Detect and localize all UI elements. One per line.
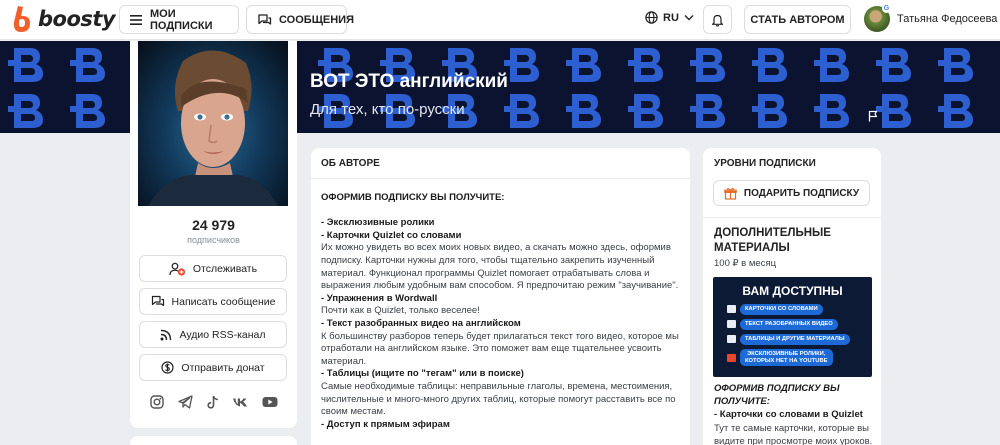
about-item-tables: - Таблицы (ищите по "тегам" или в поиске… xyxy=(321,368,524,380)
tier-item-text: Тут те самые карточки, которые вы видите… xyxy=(714,423,873,445)
about-text: ОФОРМИВ ПОДПИСКУ ВЫ ПОЛУЧИТЕ: - Эксклюзи… xyxy=(321,192,681,431)
send-donation-label: Отправить донат xyxy=(181,361,265,374)
gift-subscription-button[interactable]: ПОДАРИТЬ ПОДПИСКУ xyxy=(713,180,870,206)
telegram-icon[interactable] xyxy=(178,395,193,409)
secondary-card xyxy=(130,436,297,445)
about-item-exclusive: - Эксклюзивные ролики xyxy=(321,217,435,229)
report-flag-icon[interactable] xyxy=(868,110,878,122)
tier-price: 100 ₽ в месяц xyxy=(714,258,777,269)
tier-item-title: - Карточки со словами в Quizlet xyxy=(714,409,863,420)
gift-subscription-label: ПОДАРИТЬ ПОДПИСКУ xyxy=(743,187,860,199)
gift-icon xyxy=(724,187,737,200)
globe-icon xyxy=(645,11,658,24)
divider xyxy=(311,178,690,179)
author-avatar[interactable] xyxy=(138,41,288,206)
about-heading: ОБ АВТОРЕ xyxy=(321,158,380,169)
top-bar: boosty МОИ ПОДПИСКИ СООБЩЕНИЯ RU СТАТЬ А… xyxy=(0,0,1000,40)
subscribers-count: 24 979 xyxy=(192,217,235,233)
messages-button[interactable]: СООБЩЕНИЯ xyxy=(246,5,354,34)
tier-promo-image: ВАМ ДОСТУПНЫ КАРТОЧКИ СО СЛОВАМИ ТЕКСТ Р… xyxy=(713,277,872,377)
about-item-texts: - Текст разобранных видео на английском xyxy=(321,317,521,329)
audio-rss-label: Аудио RSS-канал xyxy=(179,328,266,341)
promo-item: ЭКСКЛЮЗИВНЫЕ РОЛИКИ, КОТОРЫХ НЕТ НА YOUT… xyxy=(727,349,833,366)
about-intro: ОФОРМИВ ПОДПИСКУ ВЫ ПОЛУЧИТЕ: xyxy=(321,192,505,203)
levels-heading: УРОВНИ ПОДПИСКИ xyxy=(714,158,816,169)
about-item-streams: - Доступ к прямым эфирам xyxy=(321,418,450,430)
my-subscriptions-label: МОИ ПОДПИСКИ xyxy=(150,7,213,32)
bell-icon xyxy=(711,14,724,27)
audio-rss-button[interactable]: Аудио RSS-канал xyxy=(139,321,287,348)
divider xyxy=(703,217,881,218)
menu-icon xyxy=(130,14,142,25)
brand-name: boosty xyxy=(38,7,116,31)
promo-item-exclusive-line1: ЭКСКЛЮЗИВНЫЕ РОЛИКИ, xyxy=(747,351,826,357)
about-quizlet-text: Их можно увидеть во всех моих новых виде… xyxy=(321,242,679,292)
blog-title: ВОТ ЭТО английский xyxy=(310,71,508,92)
user-name[interactable]: Татьяна Федосеева xyxy=(897,13,997,25)
promo-title: ВАМ ДОСТУПНЫ xyxy=(742,284,843,298)
coin-icon xyxy=(161,361,175,374)
notifications-button[interactable] xyxy=(703,5,732,34)
promo-item: КАРТОЧКИ СО СЛОВАМИ xyxy=(727,304,823,315)
about-texts-text: К большинству разборов теперь будет прил… xyxy=(321,330,679,367)
document-icon xyxy=(727,320,736,329)
messages-label: СООБЩЕНИЯ xyxy=(279,13,354,26)
subscribers-label: подписчиков xyxy=(187,235,240,245)
add-user-icon xyxy=(169,262,185,276)
tier-title: ДОПОЛНИТЕЛЬНЫЕ МАТЕРИАЛЫ xyxy=(714,227,831,254)
tier-sub-heading: ОФОРМИВ ПОДПИСКУ ВЫ ПОЛУЧИТЕ: xyxy=(714,383,840,407)
about-tables-text: Самые необходимые таблицы: неправильные … xyxy=(321,380,676,418)
vk-icon[interactable] xyxy=(232,397,248,408)
social-links xyxy=(150,395,278,409)
instagram-icon[interactable] xyxy=(150,395,164,409)
promo-item: ТЕКСТ РАЗОБРАННЫХ ВИДЕО xyxy=(727,319,838,330)
about-item-quizlet: - Карточки Quizlet со словами xyxy=(321,229,462,241)
promo-item-exclusive-line2: КОТОРЫХ НЕТ НА YOUTUBE xyxy=(745,357,828,364)
my-subscriptions-button[interactable]: МОИ ПОДПИСКИ xyxy=(119,5,239,34)
chat-icon xyxy=(151,295,164,307)
boosty-logo-icon xyxy=(13,6,30,32)
boosty-logo[interactable]: boosty xyxy=(10,5,116,33)
become-author-button[interactable]: СТАТЬ АВТОРОМ xyxy=(744,5,851,34)
cards-icon xyxy=(727,305,736,314)
write-message-label: Написать сообщение xyxy=(171,295,276,308)
follow-label: Отслеживать xyxy=(192,262,258,275)
blog-subtitle: Для тех, кто по-русски xyxy=(310,101,465,118)
promo-item: ТАБЛИЦЫ И ДРУГИЕ МАТЕРИАЛЫ xyxy=(727,334,850,345)
follow-button[interactable]: Отслеживать xyxy=(139,255,287,282)
language-selector[interactable]: RU xyxy=(645,11,694,24)
chat-icon xyxy=(258,13,272,25)
youtube-icon[interactable] xyxy=(262,396,278,408)
become-author-label: СТАТЬ АВТОРОМ xyxy=(750,13,845,26)
tiktok-icon[interactable] xyxy=(206,395,219,409)
table-icon xyxy=(727,335,736,344)
send-donation-button[interactable]: Отправить донат xyxy=(139,354,287,381)
about-item-wordwall: - Упражнения в Wordwall xyxy=(321,292,438,304)
google-badge-icon: G xyxy=(882,4,891,13)
chevron-down-icon xyxy=(684,15,694,21)
video-icon xyxy=(727,353,736,362)
about-wordwall-text: Почти как в Quizlet, только веселее! xyxy=(321,305,480,317)
language-label: RU xyxy=(663,11,679,24)
rss-icon xyxy=(160,329,172,340)
write-message-button[interactable]: Написать сообщение xyxy=(139,288,287,315)
